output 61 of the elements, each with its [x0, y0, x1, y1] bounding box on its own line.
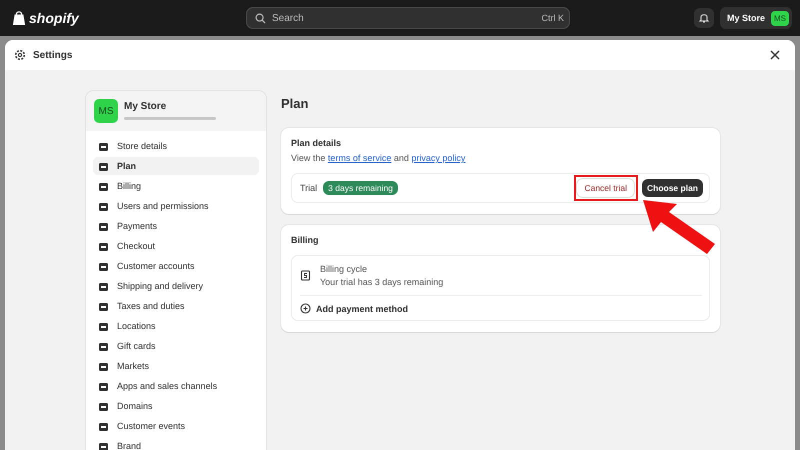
- menu-item-icon: [98, 380, 109, 392]
- menu-item-icon: [98, 300, 109, 312]
- sidebar-item[interactable]: Markets: [93, 357, 259, 375]
- menu-item-icon: [98, 200, 109, 212]
- sidebar-item[interactable]: Locations: [93, 317, 259, 335]
- status-badge: 3 days remaining: [323, 181, 398, 195]
- card-heading: Billing: [291, 235, 320, 245]
- shopping-bag-icon: [12, 10, 26, 26]
- highlight-frame: [574, 175, 638, 201]
- sidebar-item[interactable]: Plan: [93, 157, 259, 175]
- sidebar-item[interactable]: Users and permissions: [93, 197, 259, 215]
- dollar-bill-icon: [300, 270, 311, 281]
- plus-circle-icon: [300, 303, 311, 314]
- choose-plan-button[interactable]: Choose plan: [642, 179, 703, 197]
- billing-cycle-text: Your trial has 3 days remaining: [320, 277, 444, 287]
- page-title: Plan: [281, 96, 310, 111]
- menu-item-icon: [98, 140, 109, 152]
- cancel-trial-button[interactable]: Cancel trial: [577, 179, 634, 197]
- notifications-button[interactable]: [694, 8, 714, 28]
- store-avatar: MS: [94, 99, 118, 123]
- modal-title: Settings: [33, 50, 72, 60]
- sidebar-item[interactable]: Store details: [93, 137, 259, 155]
- sidebar-item[interactable]: Apps and sales channels: [93, 377, 259, 395]
- sidebar-item[interactable]: Gift cards: [93, 337, 259, 355]
- sidebar-item[interactable]: Domains: [93, 397, 259, 415]
- menu-item-icon: [98, 260, 109, 272]
- trial-label: Trial: [300, 183, 318, 193]
- keyboard-shortcut: Ctrl K: [542, 13, 564, 23]
- menu-item-icon: [98, 160, 109, 172]
- sidebar-item[interactable]: Billing: [93, 177, 259, 195]
- menu-item-icon: [98, 180, 109, 192]
- menu-item-icon: [98, 240, 109, 252]
- menu-item-icon: [98, 340, 109, 352]
- menu-item-icon: [98, 400, 109, 412]
- bell-icon: [698, 12, 710, 24]
- shopify-logo[interactable]: shopify: [12, 10, 246, 26]
- sidebar-item[interactable]: Customer events: [93, 417, 259, 435]
- card-heading: Plan details: [291, 138, 342, 148]
- menu-item-icon: [98, 320, 109, 332]
- sidebar-item[interactable]: Taxes and duties: [93, 297, 259, 315]
- add-payment-method-button[interactable]: Add payment method: [300, 296, 408, 314]
- terms-text: View the terms of service and privacy policy: [291, 153, 466, 163]
- close-button[interactable]: [770, 50, 780, 60]
- menu-item-icon: [98, 360, 109, 372]
- billing-cycle-title: Billing cycle: [320, 264, 368, 274]
- menu-item-icon: [98, 280, 109, 292]
- menu-item-icon: [98, 220, 109, 232]
- store-avatar: MS: [771, 10, 789, 26]
- privacy-link[interactable]: privacy policy: [411, 153, 466, 163]
- store-name: My Store: [124, 101, 168, 112]
- settings-icon: [14, 49, 26, 61]
- close-icon: [770, 50, 780, 60]
- store-menu-button[interactable]: My Store MS: [720, 7, 792, 29]
- sidebar-item[interactable]: Checkout: [93, 237, 259, 255]
- menu-item-icon: [98, 420, 109, 432]
- sidebar-item[interactable]: Shipping and delivery: [93, 277, 259, 295]
- sidebar-item[interactable]: Payments: [93, 217, 259, 235]
- terms-link[interactable]: terms of service: [328, 153, 392, 163]
- search-icon: [255, 13, 266, 24]
- sidebar-item[interactable]: Customer accounts: [93, 257, 259, 275]
- sidebar-item[interactable]: Brand: [93, 437, 259, 450]
